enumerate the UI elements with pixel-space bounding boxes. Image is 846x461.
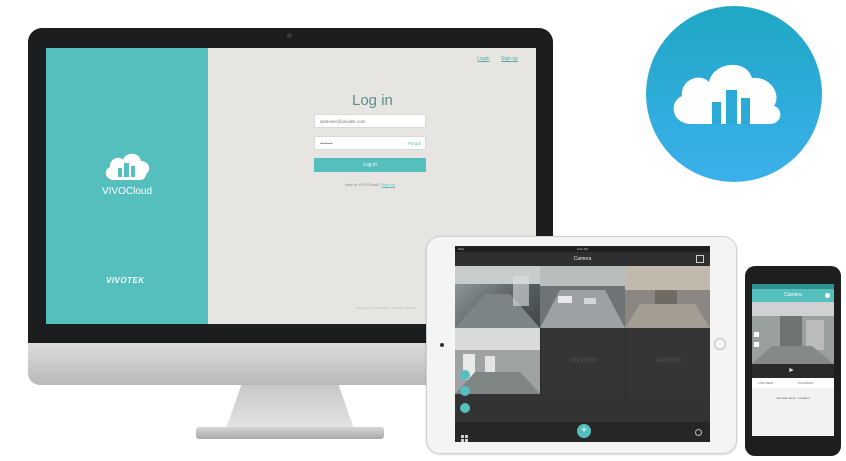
tablet-nav-bar: Camera [455,252,710,266]
signup-prompt-text: New to VIVOCloud? [344,182,381,187]
list-icon[interactable] [460,403,470,413]
camera-tile-empty[interactable]: VIVOTEK [540,328,626,394]
phone-camera-label: Camera name - Location [776,396,810,400]
tablet-screen: iPad 9:41 AM Camera VIVOTEK VIVOTEK + [455,246,710,442]
camera-feed-image [455,266,540,328]
phone-live-view[interactable] [752,302,834,364]
camera-tile-empty[interactable]: VIVOTEK [625,328,710,394]
grid-icon[interactable] [461,429,468,442]
phone-screen: Camera ► LIVE VIEW PLAYBACK Camera name … [752,284,834,436]
tablet-nav-title: Camera [573,256,592,262]
login-title: Log in [352,92,393,109]
vivotek-logo: VIVOTEK [106,276,145,285]
signup-link[interactable]: Sign up [382,182,396,187]
email-field[interactable]: webuser@vivotek.com [314,114,426,128]
phone-nav-title: Camera [784,292,802,298]
camera-row-empty [455,394,710,422]
tablet-home-button[interactable] [714,338,726,350]
tab-playback[interactable]: PLAYBACK [798,381,814,385]
copyright-text: Copyright © VIVOTEK Inc. All rights rese… [356,306,417,310]
login-button[interactable]: Log in [314,158,426,172]
phone-tabs: LIVE VIEW PLAYBACK [752,378,834,388]
status-time: 9:41 AM [576,247,588,251]
camera-tile[interactable] [625,266,710,328]
phone-playback-controls: ► [752,364,834,378]
tab-live-view[interactable]: LIVE VIEW [758,381,773,385]
signup-top-link[interactable]: Sign up [501,56,518,62]
password-value: •••••••• [320,141,333,146]
forgot-password-link[interactable]: Forgot [408,137,421,151]
camera-watermark: VIVOTEK [570,357,597,364]
brand-panel: VIVOCloud VIVOTEK [46,48,208,324]
camera-watermark: VIVOTEK [655,357,682,364]
gear-icon[interactable] [695,429,702,436]
login-link[interactable]: Login [477,56,489,62]
camera-tile[interactable] [455,266,540,328]
cloud-building-icon [673,64,781,124]
imac-stand [226,385,354,429]
brand-name: VIVOCloud [101,186,153,197]
signup-prompt: New to VIVOCloud? Sign up [314,182,426,187]
eye-icon[interactable] [825,293,830,298]
camera-tile[interactable] [540,266,625,328]
add-camera-button[interactable]: + [577,424,591,438]
play-icon[interactable]: ► [788,367,795,374]
cloud-logo-icon [102,146,152,182]
camera-icon[interactable] [460,370,470,380]
camera-feed-image [752,302,834,364]
imac-camera [287,33,292,38]
dashboard-icon[interactable] [460,386,470,396]
camera-tile[interactable] [455,328,540,394]
top-links: Login Sign up [467,56,518,62]
phone-nav-bar: Camera [752,289,834,302]
vivocloud-app-icon [646,6,822,182]
tablet-camera [440,343,444,347]
imac-foot [196,427,384,439]
camera-feed-image [455,328,540,394]
password-field[interactable]: •••••••• Forgot [314,136,426,150]
camera-feed-image [625,266,710,328]
camera-feed-image [540,266,625,328]
layout-icon[interactable] [696,255,704,263]
